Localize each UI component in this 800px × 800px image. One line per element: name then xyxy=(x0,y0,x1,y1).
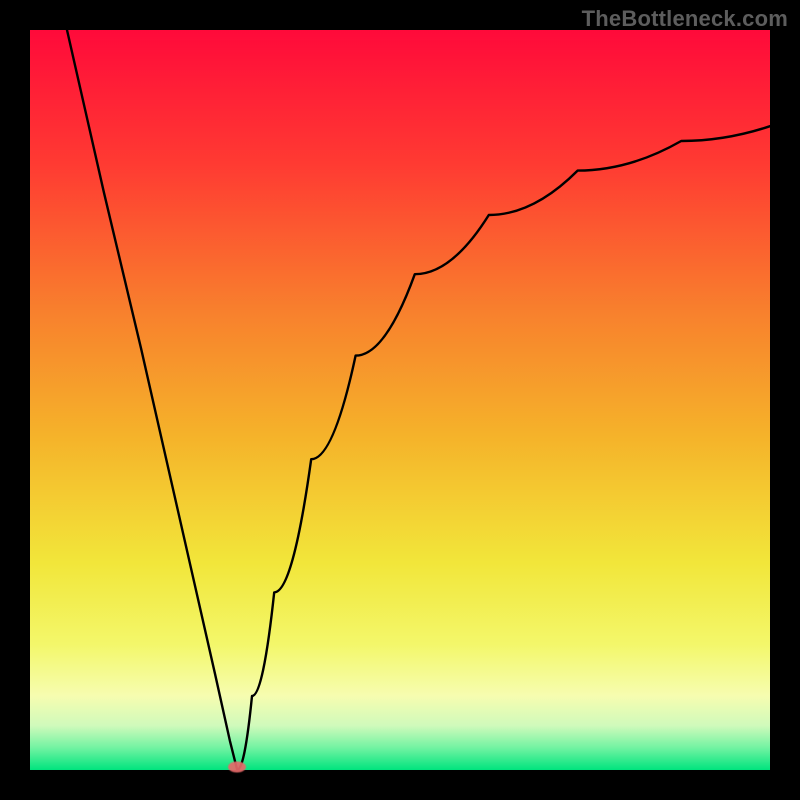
optimum-marker xyxy=(228,762,246,773)
chart-frame: TheBottleneck.com xyxy=(0,0,800,800)
background-gradient xyxy=(30,30,770,770)
plot-area xyxy=(30,30,770,770)
watermark-text: TheBottleneck.com xyxy=(582,6,788,32)
